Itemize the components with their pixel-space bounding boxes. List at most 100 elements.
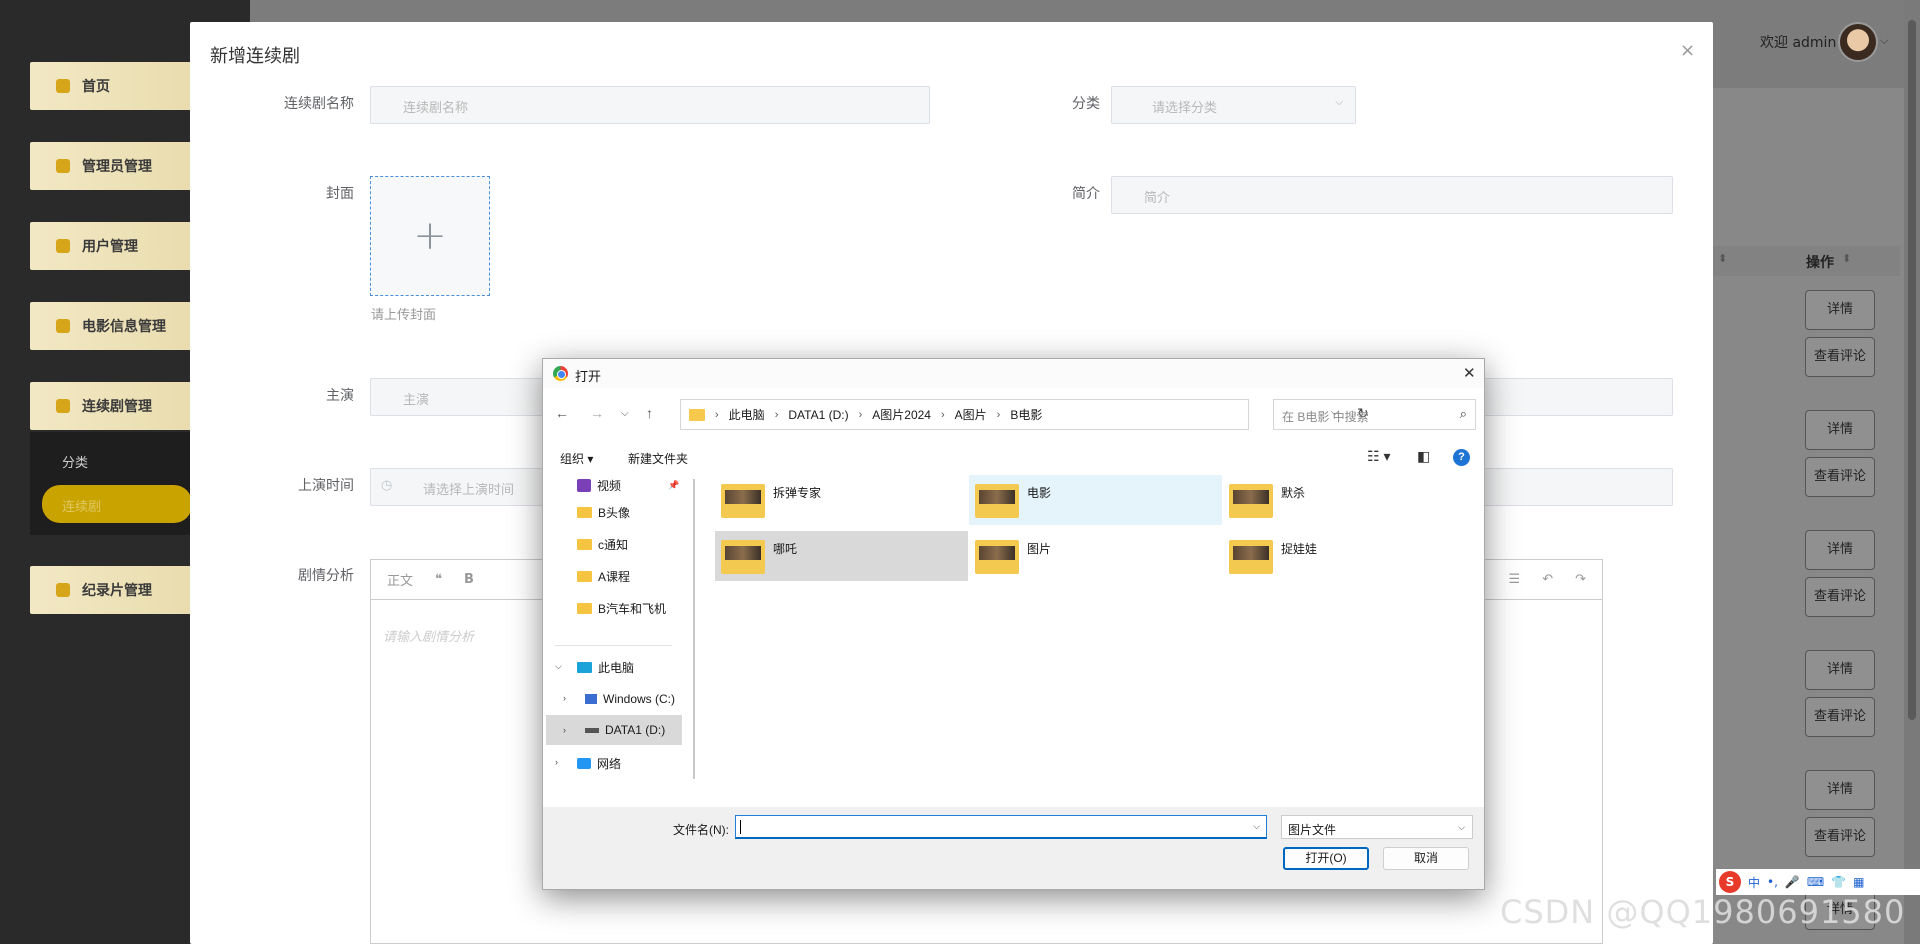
breadcrumb-item[interactable]: 此电脑 bbox=[729, 406, 765, 423]
page-scrollbar[interactable] bbox=[1904, 0, 1920, 944]
operation-column-header: 操作 bbox=[1806, 255, 1834, 271]
chevron-down-icon: ⌵ bbox=[1335, 97, 1343, 108]
chevron-down-icon: ⌵ bbox=[1458, 822, 1465, 832]
folder-icon bbox=[1229, 540, 1273, 574]
nav-user-management[interactable]: 用户管理 bbox=[30, 222, 195, 270]
plus-icon: + bbox=[413, 213, 447, 259]
folder-item[interactable]: 默杀 bbox=[1223, 475, 1476, 525]
breadcrumb-item[interactable]: DATA1 (D:) bbox=[788, 408, 848, 422]
avatar[interactable] bbox=[1838, 22, 1878, 62]
folder-item[interactable]: 电影 bbox=[969, 475, 1222, 525]
nav-movie-management[interactable]: 电影信息管理 bbox=[30, 302, 195, 350]
chevron-right-icon[interactable]: › bbox=[555, 757, 558, 767]
folder-item[interactable]: 哪吒 bbox=[715, 531, 968, 581]
intro-label: 简介 bbox=[1072, 186, 1100, 202]
nav-home[interactable]: 首页 bbox=[30, 62, 195, 110]
chevron-down-icon[interactable]: ⌵ bbox=[555, 661, 562, 672]
detail-button[interactable]: 详情 bbox=[1805, 770, 1875, 810]
skin-icon[interactable]: 👕 bbox=[1831, 875, 1846, 889]
chevron-right-icon[interactable]: › bbox=[563, 725, 566, 735]
chevron-down-icon[interactable]: ⌵ bbox=[1880, 34, 1888, 48]
breadcrumb-item[interactable]: B电影 bbox=[1010, 406, 1042, 423]
view-comments-button[interactable]: 查看评论 bbox=[1805, 577, 1875, 617]
view-comments-button[interactable]: 查看评论 bbox=[1805, 697, 1875, 737]
up-icon[interactable]: ↑ bbox=[646, 405, 653, 421]
tree-item-this-pc[interactable]: 此电脑 bbox=[577, 657, 634, 677]
preview-pane-icon[interactable]: ◧ bbox=[1417, 448, 1430, 465]
back-icon[interactable]: ← bbox=[555, 405, 569, 421]
view-options-icon[interactable]: ☷ ▾ bbox=[1367, 448, 1390, 465]
table-header bbox=[1700, 246, 1900, 276]
detail-button[interactable]: 详情 bbox=[1805, 410, 1875, 450]
view-comments-button[interactable]: 查看评论 bbox=[1805, 817, 1875, 857]
nav-sub-category[interactable]: 分类 bbox=[62, 452, 88, 471]
folder-item[interactable]: 捉娃娃 bbox=[1223, 531, 1476, 581]
forward-icon[interactable]: → bbox=[590, 405, 604, 421]
breadcrumb-item[interactable]: A图片 bbox=[955, 406, 987, 423]
folder-item[interactable]: 拆弹专家 bbox=[715, 475, 968, 525]
punctuation-icon[interactable]: •, bbox=[1767, 875, 1778, 889]
tree-item-video[interactable]: 视频 bbox=[577, 475, 621, 495]
view-comments-button[interactable]: 查看评论 bbox=[1805, 337, 1875, 377]
navigation-scrollbar[interactable] bbox=[693, 479, 695, 779]
cancel-button[interactable]: 取消 bbox=[1383, 847, 1469, 870]
date-label: 上演时间 bbox=[298, 478, 354, 494]
sort-icon[interactable]: ⬍ bbox=[1842, 252, 1851, 265]
tree-item-folder[interactable]: B头像 bbox=[577, 502, 630, 522]
chevron-right-icon[interactable]: › bbox=[563, 693, 566, 703]
search-icon: ⌕ bbox=[1459, 406, 1467, 421]
cover-upload[interactable]: + bbox=[370, 176, 490, 296]
nav-sub-series[interactable]: 连续剧 bbox=[42, 485, 192, 523]
tree-item-folder[interactable]: c通知 bbox=[577, 534, 628, 554]
toolbox-icon[interactable]: ▦ bbox=[1853, 875, 1864, 889]
redo-icon[interactable]: ↷ bbox=[1575, 572, 1586, 587]
nav-documentary-management[interactable]: 纪录片管理 bbox=[30, 566, 195, 614]
intro-input[interactable]: 简介 bbox=[1111, 176, 1673, 214]
search-input[interactable]: 在 B电影 中搜索 ⌕ bbox=[1273, 399, 1476, 430]
pin-icon[interactable]: 📌 bbox=[668, 480, 679, 491]
detail-button[interactable]: 详情 bbox=[1805, 530, 1875, 570]
tree-item-drive-c[interactable]: Windows (C:) bbox=[585, 689, 675, 709]
home-icon bbox=[56, 79, 70, 93]
dialog-footer: 文件名(N): ⌵ 图片文件 ⌵ 打开(O) 取消 bbox=[543, 807, 1484, 889]
breadcrumb-item[interactable]: A图片2024 bbox=[872, 406, 931, 423]
nav-series-management[interactable]: 连续剧管理 bbox=[30, 382, 195, 430]
navigation-pane: 视频 📌 B头像 c通知 A课程 B汽车和飞机 ⌵ 此电脑 › Windows … bbox=[543, 475, 685, 797]
series-icon bbox=[56, 399, 70, 413]
list-icon[interactable]: ☰ bbox=[1509, 572, 1521, 587]
dialog-titlebar[interactable]: 打开 ✕ bbox=[543, 359, 1484, 388]
close-icon[interactable]: × bbox=[1680, 40, 1695, 61]
new-folder-button[interactable]: 新建文件夹 bbox=[628, 450, 688, 467]
scrollbar-thumb[interactable] bbox=[1908, 20, 1916, 720]
help-icon[interactable]: ? bbox=[1453, 449, 1470, 466]
open-button[interactable]: 打开(O) bbox=[1283, 847, 1369, 870]
category-select[interactable]: 请选择分类 ⌵ bbox=[1111, 86, 1356, 124]
sort-icon[interactable]: ⬍ bbox=[1718, 252, 1727, 265]
tree-item-folder[interactable]: B汽车和飞机 bbox=[577, 598, 666, 618]
folder-item[interactable]: 图片 bbox=[969, 531, 1222, 581]
view-comments-button[interactable]: 查看评论 bbox=[1805, 457, 1875, 497]
quote-icon[interactable]: ❝ bbox=[435, 572, 442, 587]
tree-item-drive-d[interactable]: DATA1 (D:) bbox=[546, 715, 682, 745]
keyboard-icon[interactable]: ⌨ bbox=[1807, 875, 1824, 889]
detail-button[interactable]: 详情 bbox=[1805, 290, 1875, 330]
ime-mode[interactable]: 中 bbox=[1748, 874, 1760, 891]
name-input[interactable]: 连续剧名称 bbox=[370, 86, 930, 124]
undo-icon[interactable]: ↶ bbox=[1542, 572, 1553, 587]
filename-input[interactable]: ⌵ bbox=[735, 815, 1267, 839]
microphone-icon[interactable]: 🎤 bbox=[1785, 875, 1800, 889]
chevron-down-icon[interactable]: ⌵ bbox=[1253, 821, 1260, 832]
chrome-icon bbox=[553, 366, 568, 381]
nav-admin-management[interactable]: 管理员管理 bbox=[30, 142, 195, 190]
close-icon[interactable]: ✕ bbox=[1463, 364, 1476, 382]
recent-locations-icon[interactable]: ⌵ bbox=[621, 408, 629, 419]
tree-item-network[interactable]: 网络 bbox=[577, 753, 621, 773]
filetype-select[interactable]: 图片文件 ⌵ bbox=[1281, 815, 1473, 839]
organize-menu[interactable]: 组织 ▾ bbox=[560, 450, 593, 467]
tree-item-folder[interactable]: A课程 bbox=[577, 566, 630, 586]
paragraph-select[interactable]: 正文 bbox=[387, 570, 413, 589]
address-bar[interactable]: › 此电脑 › DATA1 (D:) › A图片2024 › A图片 › B电影… bbox=[680, 399, 1369, 430]
ime-toolbar[interactable]: S 中 •, 🎤 ⌨ 👕 ▦ bbox=[1716, 869, 1920, 895]
bold-icon[interactable]: B bbox=[464, 572, 474, 587]
detail-button[interactable]: 详情 bbox=[1805, 650, 1875, 690]
